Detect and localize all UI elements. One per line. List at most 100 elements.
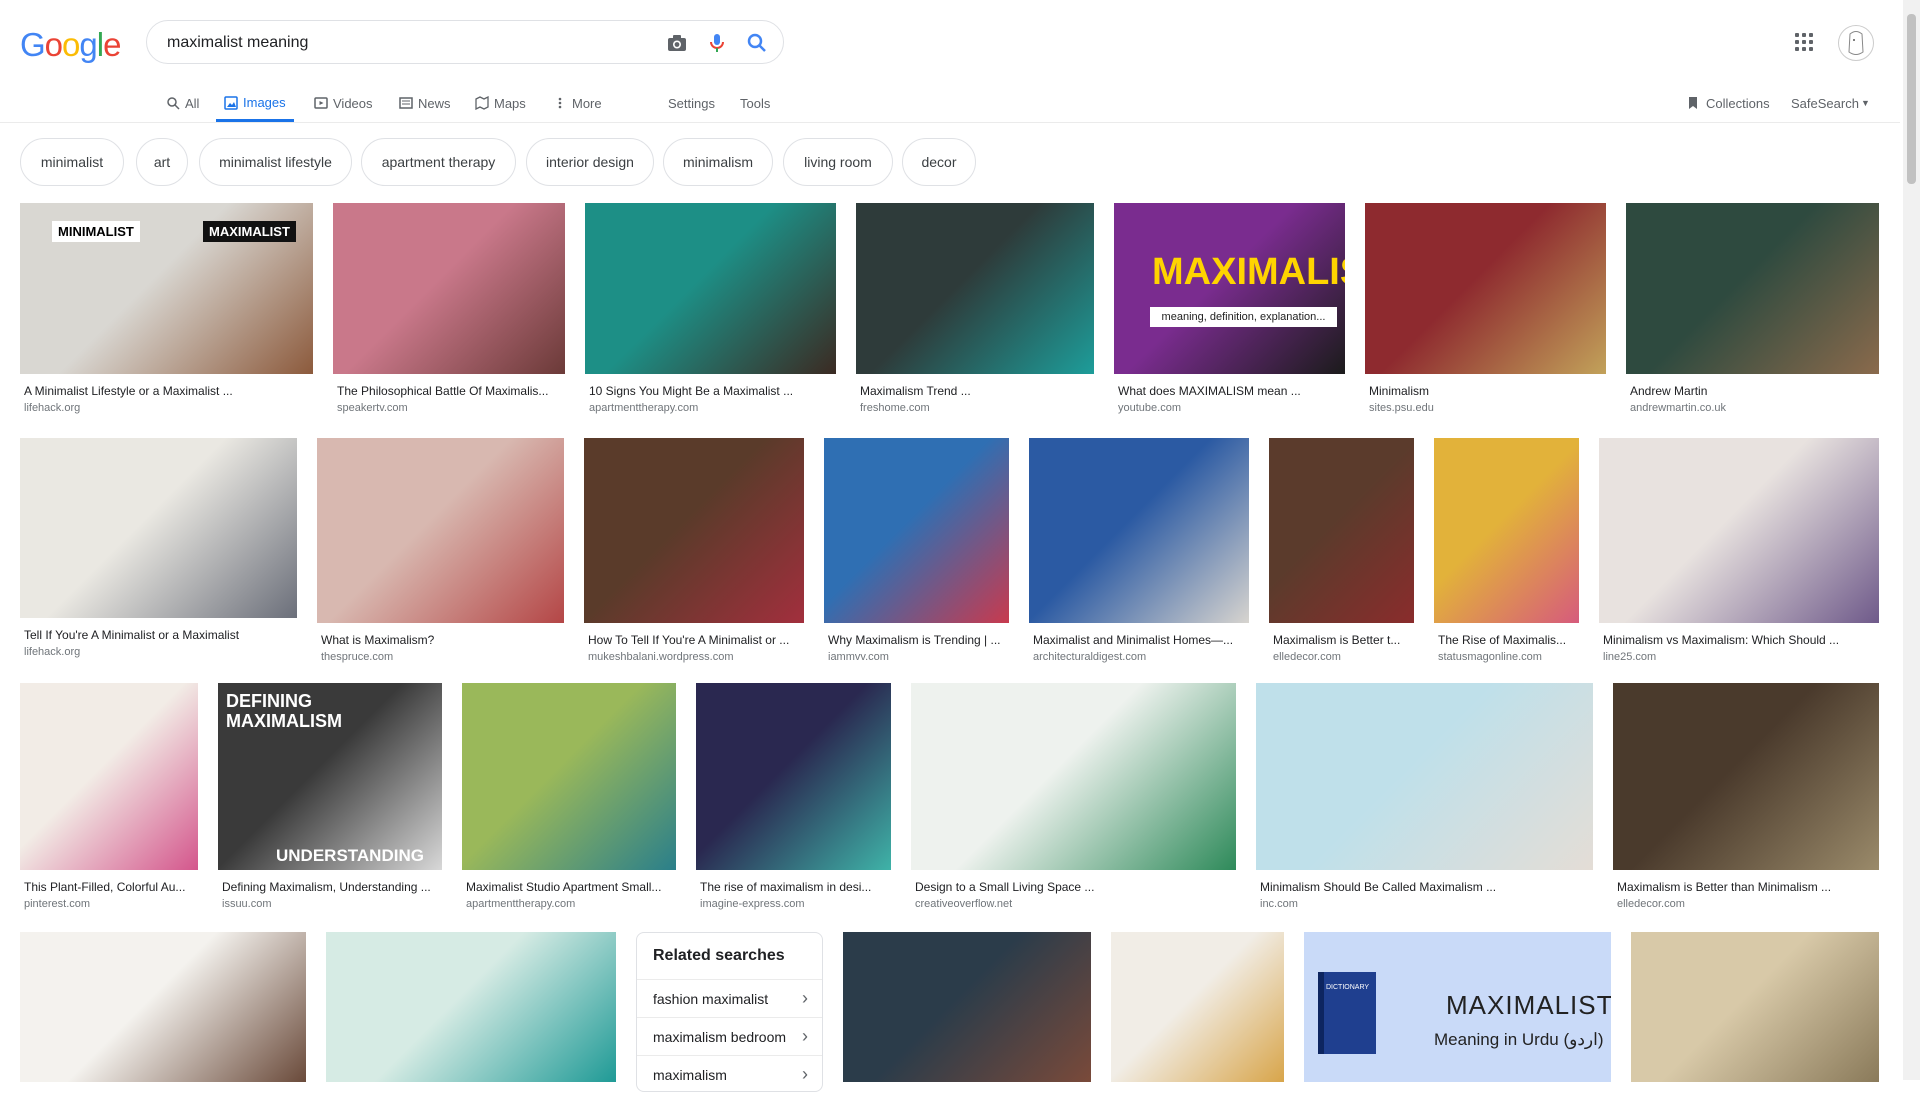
result-image[interactable] [1434,438,1579,623]
image-result[interactable]: Maximalism is Better t... elledecor.com [1269,438,1414,673]
result-image[interactable] [1256,683,1593,870]
result-image[interactable] [20,683,198,870]
image-result[interactable] [1111,932,1284,1082]
result-caption: Minimalism [1369,384,1429,398]
tab-news[interactable]: News [399,86,451,120]
result-image[interactable] [843,932,1091,1082]
result-image[interactable] [911,683,1236,870]
result-image[interactable] [1631,932,1879,1082]
chip-interior-design[interactable]: interior design [526,138,654,186]
result-image[interactable] [20,932,306,1082]
image-result[interactable]: Minimalism Should Be Called Maximalism .… [1256,683,1593,920]
image-result[interactable]: Maximalism Trend ... freshome.com [856,203,1094,424]
related-search-item[interactable]: maximalism bedroom › [637,1017,822,1056]
result-image[interactable] [585,203,836,374]
result-image[interactable] [20,438,297,618]
image-result[interactable] [326,932,616,1082]
image-result[interactable]: DICTIONARY MAXIMALIST Meaning in Urdu (ارد… [1304,932,1611,1082]
image-result[interactable]: Design to a Small Living Space ... creati… [911,683,1236,920]
avatar[interactable] [1838,25,1874,61]
tab-images[interactable]: Images [216,86,294,122]
image-result[interactable]: Tell If You're A Minimalist or a Maximal… [20,438,297,668]
result-source: statusmagonline.com [1438,651,1542,663]
chip-label: minimalist [40,154,104,170]
result-image[interactable] [1111,932,1284,1082]
result-source: andrewmartin.co.uk [1630,402,1726,414]
related-search-item[interactable]: maximalism › [637,1055,822,1094]
image-result[interactable]: Maximalist Studio Apartment Small... apar… [462,683,676,920]
image-result[interactable]: Maximalism is Better than Minimalism ...… [1613,683,1879,920]
tab-more[interactable]: More [553,86,602,120]
tab-maps[interactable]: Maps [475,86,526,120]
result-image[interactable] [333,203,565,374]
image-result[interactable]: This Plant-Filled, Colorful Au... pintere… [20,683,198,920]
result-image[interactable] [1365,203,1606,374]
image-result[interactable]: Minimalism sites.psu.edu [1365,203,1606,424]
image-result[interactable]: How To Tell If You're A Minimalist or ..… [584,438,804,673]
result-image[interactable] [1626,203,1879,374]
tab-videos[interactable]: Videos [314,86,373,120]
result-source: lifehack.org [24,646,81,658]
image-overlay-text: MINIMALIST [52,221,140,242]
image-result[interactable]: MAXIMALISM meaning, definition, explanati… [1114,203,1345,424]
apps-grid-icon[interactable] [1795,33,1813,51]
chip-decor[interactable]: decor [902,138,976,186]
result-image[interactable] [462,683,676,870]
image-result[interactable] [20,932,306,1082]
camera-icon[interactable] [665,31,689,55]
tab-tools[interactable]: Tools [740,86,770,120]
tab-settings[interactable]: Settings [668,86,715,120]
map-icon [475,96,489,110]
result-caption: Maximalist Studio Apartment Small... [466,880,662,894]
image-result[interactable]: What is Maximalism? thespruce.com [317,438,564,673]
image-result[interactable]: The Rise of Maximalis... statusmagonline.… [1434,438,1579,673]
result-source: elledecor.com [1273,651,1341,663]
result-image[interactable]: DEFINING MAXIMALISM UNDERSTANDING [218,683,442,870]
chip-minimalism[interactable]: minimalism [663,138,773,186]
result-image[interactable] [326,932,616,1082]
image-result[interactable]: The Philosophical Battle Of Maximalis...… [333,203,565,424]
search-icon[interactable] [745,31,769,55]
image-result[interactable]: MINIMALIST MAXIMALIST A Minimalist Lifesty… [20,203,313,424]
result-image[interactable] [584,438,804,623]
result-image[interactable] [1029,438,1249,623]
result-image[interactable] [696,683,891,870]
chip-minimalist-lifestyle[interactable]: minimalist lifestyle [199,138,352,186]
result-image[interactable] [856,203,1094,374]
result-source: apartmenttherapy.com [589,402,699,414]
result-image[interactable] [317,438,564,623]
result-image[interactable] [1599,438,1879,623]
result-image[interactable]: MAXIMALISM meaning, definition, explanati… [1114,203,1345,374]
chip-minimalist[interactable]: minimalist [20,138,124,186]
image-result[interactable]: Maximalist and Minimalist Homes—... archi… [1029,438,1249,673]
result-image[interactable] [1269,438,1414,623]
microphone-icon[interactable] [705,31,729,55]
image-result[interactable] [1631,932,1879,1082]
safesearch-button[interactable]: SafeSearch ▼ [1791,86,1870,120]
chip-living-room[interactable]: living room [783,138,893,186]
image-result[interactable]: Minimalism vs Maximalism: Which Should .… [1599,438,1879,673]
scrollbar[interactable] [1903,0,1920,1080]
result-image[interactable]: MINIMALIST MAXIMALIST [20,203,313,374]
image-result[interactable]: DEFINING MAXIMALISM UNDERSTANDING Defining… [218,683,442,920]
result-image[interactable]: DICTIONARY MAXIMALIST Meaning in Urdu (ارد… [1304,932,1611,1082]
image-overlay-text: MAXIMALIST [1446,990,1611,1020]
image-result[interactable]: The rise of maximalism in desi... imagine… [696,683,891,920]
scrollbar-thumb[interactable] [1907,14,1916,184]
search-box[interactable]: maximalist meaning [146,20,784,64]
collections-button[interactable]: Collections [1686,86,1770,120]
tab-all[interactable]: All [166,86,199,120]
related-search-item[interactable]: fashion maximalist › [637,979,822,1018]
result-caption: This Plant-Filled, Colorful Au... [24,880,186,894]
chip-art[interactable]: art [136,138,188,186]
image-result[interactable]: Why Maximalism is Trending | ... iammvv.c… [824,438,1009,673]
result-image[interactable] [1613,683,1879,870]
google-logo[interactable]: Google [20,26,121,64]
image-result[interactable]: 10 Signs You Might Be a Maximalist ... ap… [585,203,836,424]
chip-apartment-therapy[interactable]: apartment therapy [361,138,516,186]
result-image[interactable] [824,438,1009,623]
chevron-down-icon: ▼ [1860,98,1870,108]
search-input[interactable]: maximalist meaning [167,34,308,52]
image-result[interactable]: Andrew Martin andrewmartin.co.uk [1626,203,1879,424]
image-result[interactable] [843,932,1091,1082]
